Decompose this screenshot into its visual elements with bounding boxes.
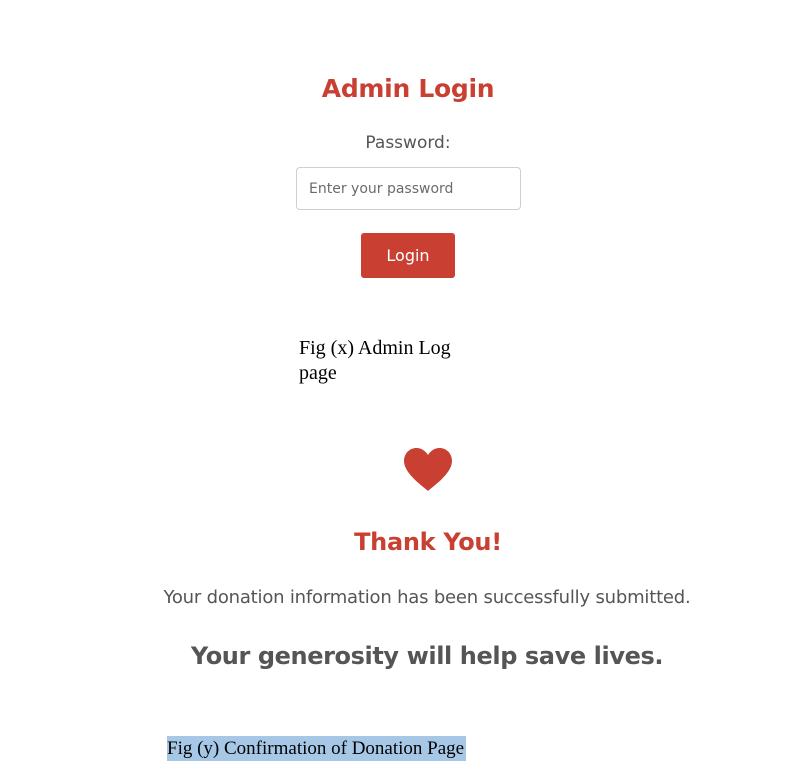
generosity-message: Your generosity will help save lives.	[190, 642, 664, 670]
login-title: Admin Login	[321, 74, 495, 103]
figure-caption-y: Fig (y) Confirmation of Donation Page	[167, 736, 467, 761]
password-input[interactable]	[296, 167, 521, 210]
thank-you-title: Thank You!	[354, 528, 502, 556]
confirmation-message: Your donation information has been succe…	[163, 587, 691, 608]
password-label: Password:	[365, 133, 451, 153]
figure-caption-x: Fig (x) Admin Log page	[299, 337, 451, 384]
heart-icon	[404, 448, 452, 491]
login-button[interactable]: Login	[361, 233, 455, 278]
